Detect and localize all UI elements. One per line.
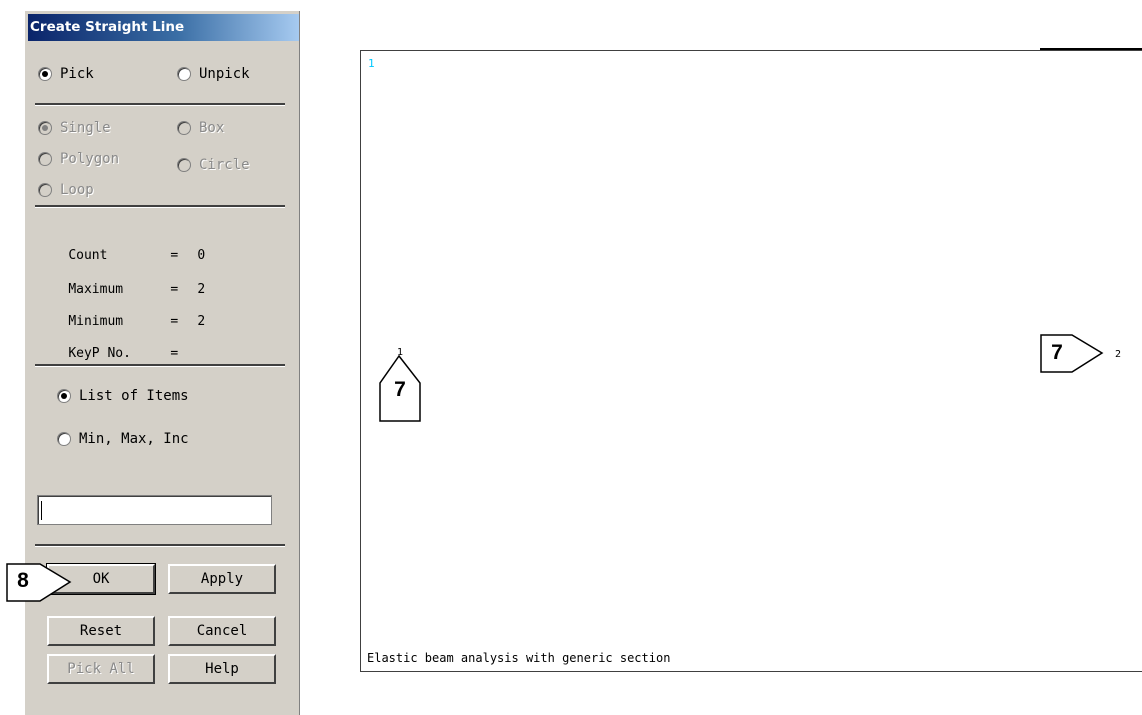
circle-radio: Circle	[177, 157, 250, 173]
list-of-items-radio[interactable]: List of Items	[57, 388, 189, 404]
radio-selected-icon	[57, 389, 71, 403]
eq-sign: =	[170, 314, 179, 329]
count-value: 0	[197, 248, 206, 263]
keyp-row: KeyP No. =	[37, 331, 197, 376]
polygon-radio: Polygon	[38, 151, 119, 167]
keyp-label: KeyP No.	[68, 346, 131, 361]
cancel-button[interactable]: Cancel	[168, 616, 276, 646]
radio-unselected-icon	[38, 183, 52, 197]
maximum-label: Maximum	[68, 282, 124, 297]
unpick-radio[interactable]: Unpick	[177, 66, 250, 82]
separator	[35, 364, 285, 367]
minimum-value: 2	[197, 314, 206, 329]
create-straight-line-dialog: Create Straight Line Pick Unpick Single …	[24, 11, 300, 715]
maximum-value: 2	[197, 282, 206, 297]
keypoint-2-label[interactable]: 2	[1115, 349, 1121, 360]
box-radio: Box	[177, 120, 224, 136]
callout-step-7-keypoint-1: 7	[394, 378, 406, 401]
box-label: Box	[199, 120, 225, 136]
separator	[35, 103, 285, 106]
pick-all-button: Pick All	[47, 654, 155, 684]
radio-unselected-icon	[177, 121, 191, 135]
pick-radio[interactable]: Pick	[38, 66, 94, 82]
radio-unselected-icon	[57, 432, 71, 446]
radio-unselected-icon	[177, 158, 191, 172]
eq-sign: =	[170, 282, 179, 297]
radio-selected-icon	[38, 121, 52, 135]
polygon-label: Polygon	[60, 151, 120, 167]
dialog-title: Create Straight Line	[28, 14, 299, 41]
min-max-inc-radio[interactable]: Min, Max, Inc	[57, 431, 189, 447]
pick-label: Pick	[60, 66, 94, 82]
radio-selected-icon	[38, 67, 52, 81]
callout-step-8-ok: 8	[17, 569, 29, 592]
count-label: Count	[68, 248, 108, 263]
loop-label: Loop	[60, 182, 94, 198]
single-radio: Single	[38, 120, 111, 136]
unpick-label: Unpick	[199, 66, 250, 82]
min-max-inc-label: Min, Max, Inc	[79, 431, 189, 447]
single-label: Single	[60, 120, 111, 136]
text-cursor	[41, 501, 42, 520]
separator	[35, 205, 285, 208]
radio-unselected-icon	[38, 152, 52, 166]
radio-unselected-icon	[177, 67, 191, 81]
separator	[35, 544, 285, 547]
loop-radio: Loop	[38, 182, 94, 198]
apply-button[interactable]: Apply	[168, 564, 276, 594]
analysis-title: Elastic beam analysis with generic secti…	[367, 651, 671, 665]
item-number-input[interactable]	[37, 495, 272, 525]
minimum-label: Minimum	[68, 314, 124, 329]
graphics-viewport[interactable]: 1 1 2 Elastic beam analysis with generic…	[360, 50, 1142, 672]
eq-sign: =	[170, 248, 179, 263]
reset-button[interactable]: Reset	[47, 616, 155, 646]
eq-sign: =	[170, 346, 179, 361]
list-of-items-label: List of Items	[79, 388, 189, 404]
circle-label: Circle	[199, 157, 250, 173]
help-button[interactable]: Help	[168, 654, 276, 684]
window-number: 1	[368, 57, 375, 70]
callout-step-7-keypoint-2: 7	[1051, 341, 1063, 364]
